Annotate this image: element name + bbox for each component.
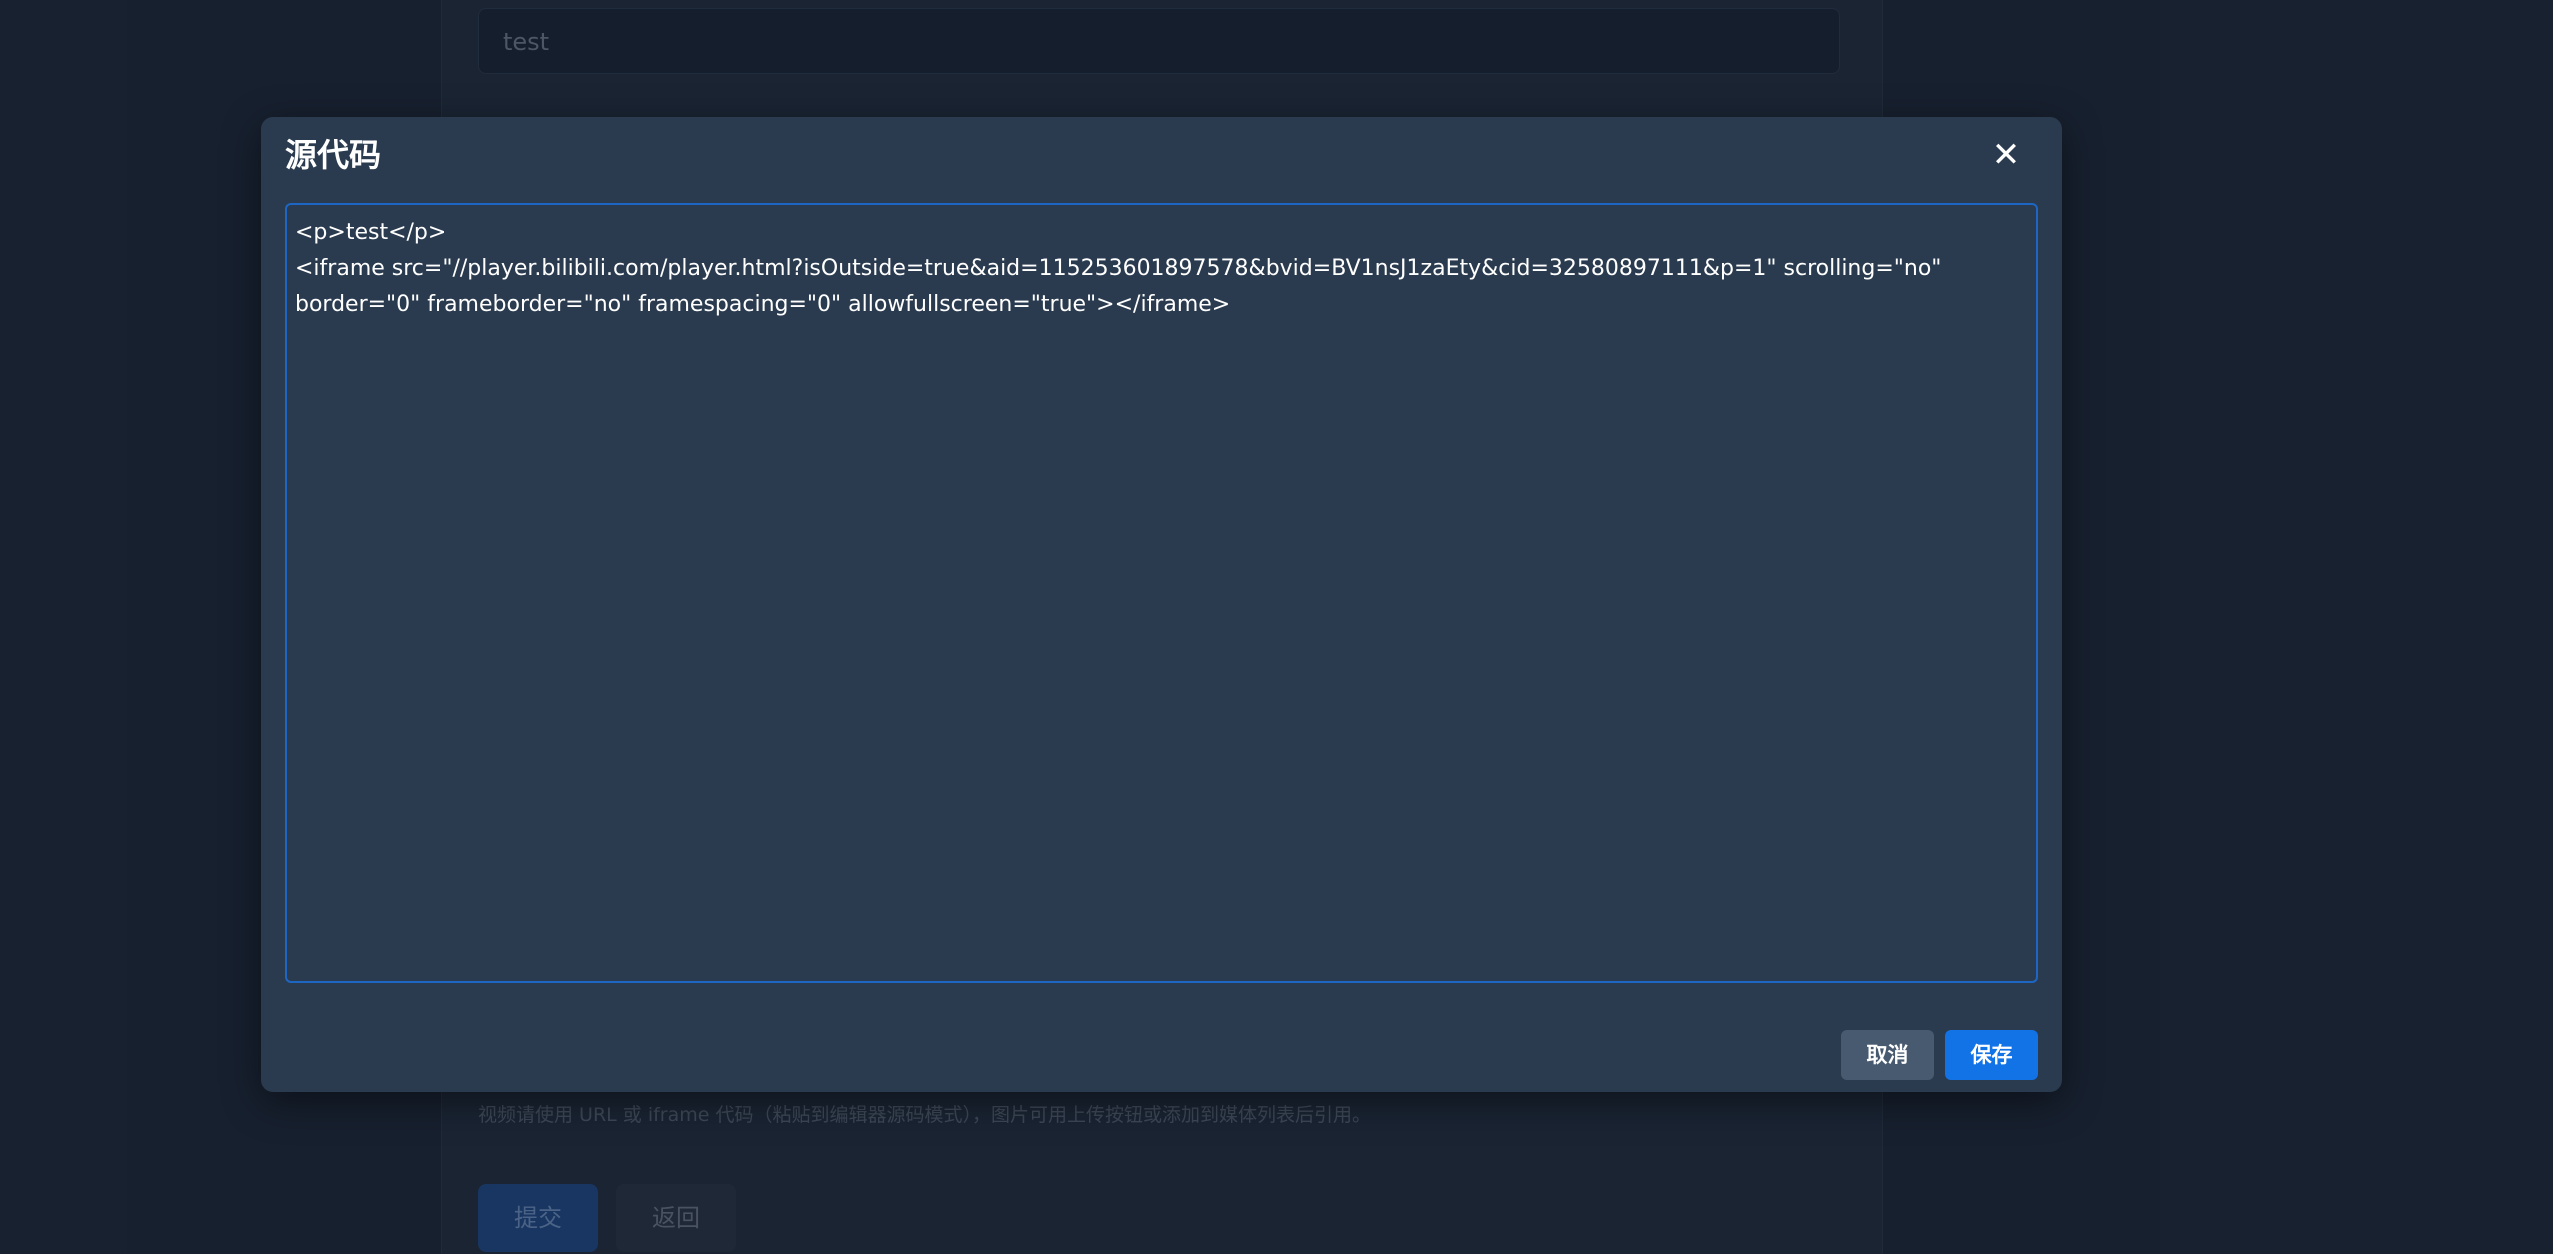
source-code-textarea[interactable]: <p>test</p> <iframe src="//player.bilibi… [285,203,2038,983]
close-icon[interactable]: ✕ [1986,135,2026,175]
save-button[interactable]: 保存 [1945,1030,2038,1080]
dialog-title: 源代码 [285,136,382,174]
cancel-button[interactable]: 取消 [1841,1030,1934,1080]
source-code-dialog: 源代码 ✕ <p>test</p> <iframe src="//player.… [261,117,2062,1092]
